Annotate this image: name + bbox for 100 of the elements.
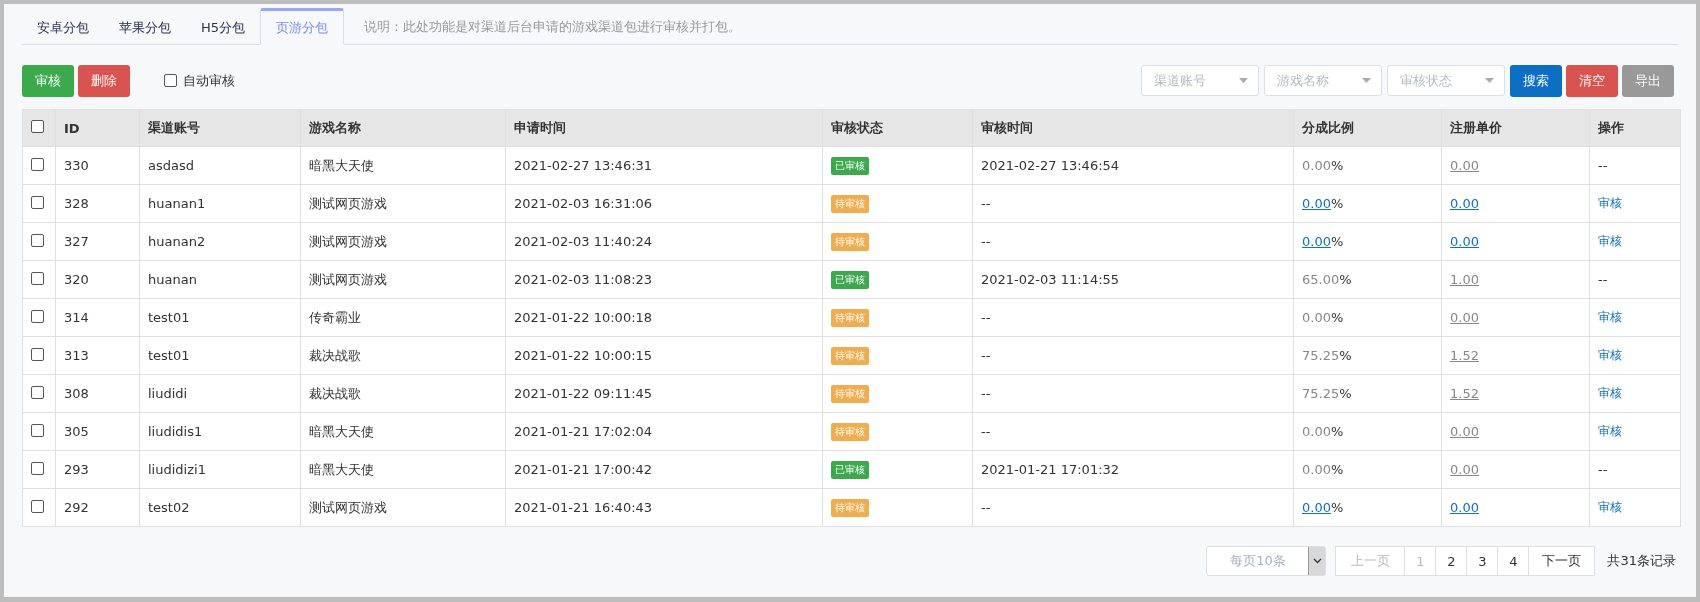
- percent-sign: %: [1339, 348, 1352, 363]
- empty-action: --: [1598, 462, 1608, 477]
- table-cell: 2021-01-21 17:01:32: [972, 450, 1294, 489]
- page-button[interactable]: 3: [1466, 546, 1499, 576]
- row-checkbox[interactable]: [31, 461, 44, 475]
- caret-icon: [1485, 78, 1494, 83]
- status-tag: 待审核: [831, 422, 869, 441]
- approve-link[interactable]: 审核: [1598, 234, 1622, 248]
- ratio-value: 65.00: [1302, 272, 1340, 287]
- table-cell: --: [972, 184, 1294, 223]
- table-cell: 2021-02-27 13:46:31: [505, 146, 823, 185]
- table-cell: 330: [55, 146, 140, 185]
- table-cell: 293: [55, 450, 140, 489]
- empty-action: --: [1598, 272, 1608, 287]
- ratio-link[interactable]: 0.00: [1302, 234, 1331, 249]
- approve-link[interactable]: 审核: [1598, 348, 1622, 362]
- approve-link[interactable]: 审核: [1598, 386, 1622, 400]
- table-cell: 314: [55, 298, 140, 337]
- price-link[interactable]: 0.00: [1450, 196, 1479, 211]
- row-checkbox[interactable]: [31, 195, 44, 209]
- checkbox-label: 自动审核: [183, 71, 235, 90]
- table-cell: 2021-02-27 13:46:54: [972, 146, 1294, 185]
- column-header: 游戏名称: [300, 109, 506, 147]
- approve-button[interactable]: 审核: [22, 64, 74, 97]
- tab[interactable]: 安卓分包: [22, 12, 104, 44]
- page-button[interactable]: 4: [1497, 546, 1530, 576]
- table-cell: 2021-01-22 09:11:45: [505, 374, 823, 413]
- page-button[interactable]: 2: [1435, 546, 1468, 576]
- approve-link[interactable]: 审核: [1598, 424, 1622, 438]
- delete-button[interactable]: 删除: [78, 64, 130, 97]
- checkbox[interactable]: [164, 74, 177, 87]
- table-cell: asdasd: [139, 146, 301, 185]
- ratio-link[interactable]: 0.00: [1302, 196, 1331, 211]
- column-header: 注册单价: [1441, 109, 1590, 147]
- price-link[interactable]: 0.00: [1450, 500, 1479, 515]
- status-tag: 待审核: [831, 232, 869, 251]
- table-cell: test01: [139, 336, 301, 375]
- table-cell: 328: [55, 184, 140, 223]
- price-link[interactable]: 1.52: [1450, 386, 1479, 401]
- table-cell: 2021-01-22 10:00:18: [505, 298, 823, 337]
- row-checkbox[interactable]: [31, 499, 44, 513]
- column-header: ID: [55, 109, 140, 147]
- tab[interactable]: 苹果分包: [104, 12, 186, 44]
- ratio-link[interactable]: 0.00: [1302, 500, 1331, 515]
- price-link[interactable]: 0.00: [1450, 234, 1479, 249]
- table-cell: 2021-01-21 17:02:04: [505, 412, 823, 451]
- empty-action: --: [1598, 158, 1608, 173]
- row-checkbox[interactable]: [31, 385, 44, 399]
- row-checkbox[interactable]: [31, 157, 44, 171]
- approve-link[interactable]: 审核: [1598, 196, 1622, 210]
- total-count: 共31条记录: [1607, 552, 1676, 570]
- price-link[interactable]: 0.00: [1450, 424, 1479, 439]
- table-cell: 测试网页游戏: [300, 184, 506, 223]
- row-checkbox[interactable]: [31, 423, 44, 437]
- table-cell: 测试网页游戏: [300, 488, 506, 527]
- price-link[interactable]: 0.00: [1450, 310, 1479, 325]
- price-link[interactable]: 0.00: [1450, 462, 1479, 477]
- status-tag: 待审核: [831, 384, 869, 403]
- status-tag: 待审核: [831, 308, 869, 327]
- table-cell: huanan: [139, 260, 301, 299]
- ratio-value: 75.25: [1302, 348, 1340, 363]
- table-cell: 313: [55, 336, 140, 375]
- approve-link[interactable]: 审核: [1598, 500, 1622, 514]
- percent-sign: %: [1330, 424, 1344, 439]
- next-page-button[interactable]: 下一页: [1528, 546, 1596, 576]
- chevron-down-icon: [1312, 558, 1322, 564]
- ratio-value: 0.00: [1302, 424, 1331, 439]
- export-button[interactable]: 导出: [1622, 64, 1674, 97]
- price-link[interactable]: 0.00: [1450, 158, 1479, 173]
- column-header: 渠道账号: [139, 109, 301, 147]
- table-cell: liudidis1: [139, 412, 301, 451]
- table-cell: liudidi: [139, 374, 301, 413]
- percent-sign: %: [1330, 500, 1344, 515]
- price-link[interactable]: 1.52: [1450, 348, 1479, 363]
- table-cell: 暗黑大天使: [300, 146, 506, 185]
- table-cell: 2021-02-03 11:40:24: [505, 222, 823, 261]
- tab[interactable]: 页游分包: [260, 8, 345, 45]
- percent-sign: %: [1330, 234, 1344, 249]
- search-button[interactable]: 搜索: [1510, 64, 1562, 97]
- row-checkbox[interactable]: [31, 347, 44, 361]
- tab[interactable]: H5分包: [186, 12, 261, 44]
- column-header: 分成比例: [1293, 109, 1442, 147]
- table-cell: 320: [55, 260, 140, 299]
- ratio-value: 0.00: [1302, 158, 1331, 173]
- table-cell: 2021-01-21 17:00:42: [505, 450, 823, 489]
- table-cell: 2021-02-03 11:08:23: [505, 260, 823, 299]
- table-cell: liudidizi1: [139, 450, 301, 489]
- row-checkbox[interactable]: [31, 309, 44, 323]
- status-tag: 待审核: [831, 498, 869, 517]
- column-header: 操作: [1589, 109, 1681, 147]
- clear-button[interactable]: 清空: [1566, 64, 1618, 97]
- row-checkbox[interactable]: [31, 271, 44, 285]
- table-cell: 暗黑大天使: [300, 412, 506, 451]
- table-cell: 2021-02-03 16:31:06: [505, 184, 823, 223]
- approve-link[interactable]: 审核: [1598, 310, 1622, 324]
- table-cell: 327: [55, 222, 140, 261]
- table-cell: 暗黑大天使: [300, 450, 506, 489]
- price-link[interactable]: 1.00: [1450, 272, 1479, 287]
- select-all-checkbox[interactable]: [31, 120, 44, 133]
- row-checkbox[interactable]: [31, 233, 44, 247]
